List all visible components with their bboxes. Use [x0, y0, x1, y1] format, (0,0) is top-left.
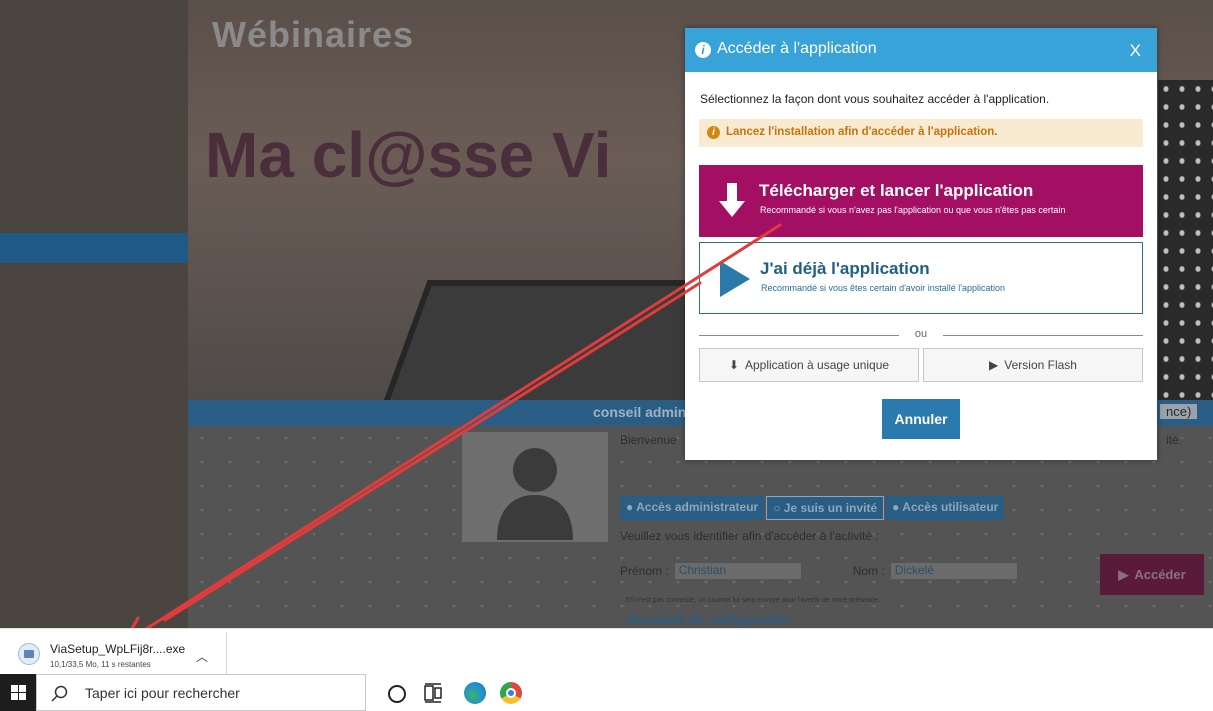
- separator-line-left: [699, 335, 899, 336]
- tab-admin-access[interactable]: ● Accès administrateur: [620, 496, 765, 520]
- windows-logo-icon: [10, 685, 26, 700]
- first-name-label: Prénom :: [620, 564, 669, 578]
- access-button[interactable]: ▶ Accéder: [1100, 554, 1204, 595]
- edge-browser-icon[interactable]: [464, 682, 486, 704]
- access-tabs: ● Accès administrateur ○ Je suis un invi…: [620, 496, 1005, 520]
- already-button-subtitle: Recommandé si vous êtes certain d'avoir …: [761, 283, 1006, 293]
- download-launch-button[interactable]: Télécharger et lancer l'application Reco…: [699, 165, 1143, 237]
- installer-file-icon: [18, 643, 40, 665]
- play-triangle-icon: [720, 261, 750, 297]
- configuration-assistant-link[interactable]: Assistant de configuration: [626, 612, 790, 627]
- last-name-field[interactable]: Dickelé: [890, 563, 1017, 579]
- tab-user-access[interactable]: ● Accès utilisateur: [886, 496, 1005, 520]
- or-text: ou: [914, 328, 928, 340]
- dialog-title: Accéder à l'application: [717, 40, 877, 57]
- separator-line-right: [943, 335, 1143, 336]
- presence-note: S'il n'est pas connecté, un courriel lui…: [625, 597, 880, 604]
- flash-label: Version Flash: [1004, 358, 1077, 372]
- activity-title: conseil admin: [593, 404, 687, 420]
- download-item[interactable]: ViaSetup_WpLFij8r....exe 10,1/33,5 Mo, 1…: [8, 632, 227, 674]
- dialog-intro: Sélectionnez la façon dont vous souhaite…: [700, 92, 1050, 106]
- start-button[interactable]: [0, 674, 36, 711]
- info-icon: i: [695, 42, 711, 58]
- download-button-subtitle: Recommandé si vous n'avez pas l'applicat…: [760, 205, 1066, 215]
- activity-title-suffix: nce): [1160, 404, 1198, 419]
- warning-info-icon: i: [707, 126, 720, 139]
- alert-text: Lancez l'installation afin d'accéder à l…: [726, 126, 998, 138]
- user-silhouette-icon: [497, 448, 573, 540]
- taskbar-search[interactable]: Taper ici pour rechercher: [36, 674, 366, 711]
- welcome-text: Bienvenue: [620, 433, 677, 447]
- brand-text: Wébinaires: [212, 14, 415, 55]
- tab-guest[interactable]: ○ Je suis un invité: [766, 496, 885, 520]
- download-button-title: Télécharger et lancer l'application: [759, 181, 1034, 200]
- dotted-pattern: [1158, 80, 1213, 400]
- chevron-up-icon[interactable]: ︿: [196, 648, 208, 665]
- single-use-label: Application à usage unique: [744, 358, 890, 372]
- search-placeholder: Taper ici pour rechercher: [85, 685, 240, 701]
- left-image-strip: [0, 0, 188, 628]
- dialog-header: i Accéder à l'application X: [685, 28, 1157, 72]
- cortana-icon[interactable]: [388, 685, 406, 703]
- already-have-app-button[interactable]: J'ai déjà l'application Recommandé si vo…: [699, 242, 1143, 314]
- play-small-icon: ▶: [989, 358, 999, 372]
- play-icon: ▶: [1118, 566, 1129, 582]
- last-name-label: Nom :: [852, 564, 885, 578]
- download-file-name: ViaSetup_WpLFij8r....exe: [50, 642, 186, 656]
- identify-instruction: Veuillez vous identifier afin d'accéder …: [620, 529, 879, 543]
- download-bar: ViaSetup_WpLFij8r....exe 10,1/33,5 Mo, 1…: [0, 628, 1213, 675]
- download-small-icon: ⬇: [728, 358, 739, 372]
- task-view-icon[interactable]: [422, 682, 444, 704]
- welcome-text-suffix: ité.: [1166, 433, 1183, 447]
- cancel-button[interactable]: Annuler: [882, 399, 960, 439]
- single-use-app-button[interactable]: ⬇ Application à usage unique: [699, 348, 919, 382]
- left-blue-bar: [0, 233, 188, 263]
- name-fields: Prénom : Christian Nom : Dickelé: [620, 563, 1017, 579]
- install-alert: i Lancez l'installation afin d'accéder à…: [699, 119, 1143, 147]
- access-application-dialog: i Accéder à l'application X Sélectionnez…: [685, 28, 1157, 460]
- or-separator: ou: [699, 328, 1143, 342]
- close-button[interactable]: X: [1124, 40, 1147, 62]
- access-button-label: Accéder: [1134, 567, 1186, 582]
- chrome-browser-icon[interactable]: [500, 682, 522, 704]
- hero-title: Ma cl@sse Vi: [205, 119, 612, 191]
- search-icon: [51, 685, 68, 702]
- download-arrow-icon: [719, 183, 745, 217]
- avatar: [462, 432, 608, 542]
- already-button-title: J'ai déjà l'application: [760, 259, 930, 278]
- first-name-field[interactable]: Christian: [674, 563, 801, 579]
- windows-taskbar: Taper ici pour rechercher: [0, 674, 1213, 711]
- flash-version-button[interactable]: ▶ Version Flash: [923, 348, 1143, 382]
- download-status: 10,1/33,5 Mo, 11 s restantes: [50, 660, 151, 669]
